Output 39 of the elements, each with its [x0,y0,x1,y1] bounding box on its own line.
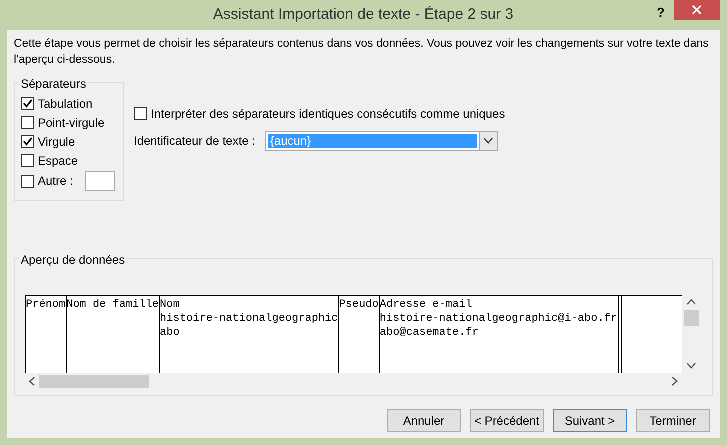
preview-cell-text: Nom de famille [66,298,160,312]
checkbox[interactable] [21,97,34,110]
dialog-button[interactable]: Suivant > [553,409,627,432]
window-title: Assistant Importation de texte - Étape 2 sur 3 [213,4,514,25]
preview-cell-text: abo@casemate.fr [380,326,480,340]
scroll-thumb[interactable] [684,310,698,326]
dialog-button[interactable]: Terminer [636,409,710,432]
checkbox[interactable] [21,154,34,167]
scroll-thumb[interactable] [39,374,149,388]
scroll-left-icon [29,376,35,386]
checkbox[interactable] [21,135,34,148]
checkbox[interactable] [21,174,34,188]
preview-cell-text: histoire-nationalgeographic [160,312,338,326]
checkbox-label[interactable]: Autre : [38,172,74,190]
preview-cell-text: Prénom [26,298,66,312]
scroll-up-icon [686,299,696,305]
help-button[interactable]: ? [657,3,665,22]
field-label: Identificateur de texte : [134,133,256,150]
scroll-right-icon [672,376,678,386]
preview-cell-text: abo [160,326,181,340]
chevron-down-icon [484,138,494,144]
checkbox-label[interactable]: Interpréter des séparateurs identiques consécutifs comme uniques [151,104,506,122]
checkbox-label[interactable]: Virgule [38,132,76,150]
preview-cell-text: Pseudo [339,298,379,312]
input-field[interactable] [85,171,116,191]
checkbox[interactable] [21,116,34,129]
close-button[interactable] [674,0,720,20]
checkbox-label[interactable]: Point-virgule [38,114,105,132]
checkbox-label[interactable]: Tabulation [38,94,93,112]
description-text: Cette étape vous permet de choisir les séparateurs contenus dans vos données. Vous pouvez voir les changements sur votre texte dans l'aperçu ci-dessous. [14,37,710,68]
preview-cell-text: Adresse e-mail [380,298,474,312]
checkbox-label[interactable]: Espace [38,152,78,170]
preview-cell-text: histoire-nationalgeographic@i-abo.fr [380,312,618,326]
checkbox[interactable] [134,107,147,120]
close-icon [692,5,702,15]
scroll-down-icon [686,363,696,369]
dialog-button[interactable]: < Précédent [470,409,544,432]
dialog-button[interactable]: Annuler [387,409,461,432]
preview-cell-text: Nom [160,298,181,312]
